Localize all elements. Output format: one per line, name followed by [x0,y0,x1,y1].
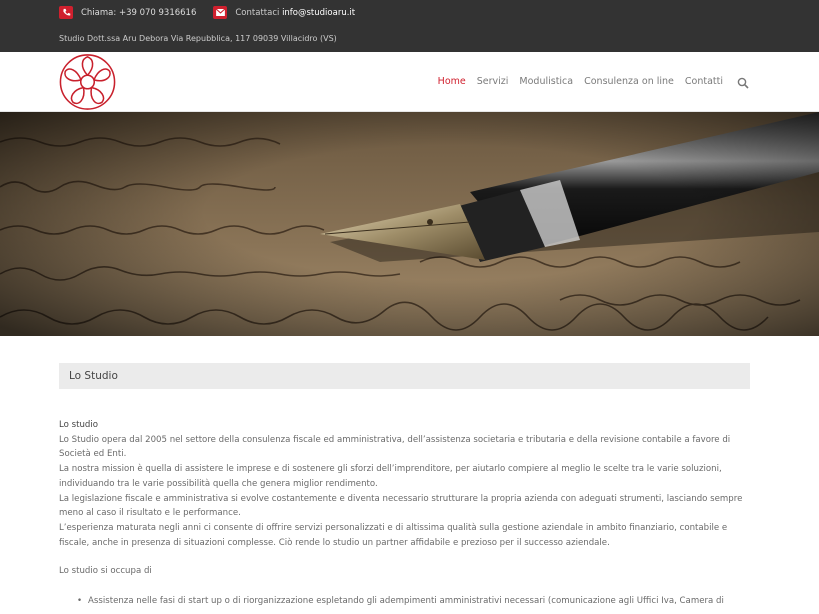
search-icon[interactable] [737,77,749,89]
site-header: Home Servizi Modulistica Consulenza on l… [0,52,819,112]
fountain-pen-illustration [0,112,819,336]
main-content: Lo studio Lo Studio opera dal 2005 nel s… [59,418,749,609]
list-item: Assistenza nelle fasi di start up o di r… [77,594,749,609]
phone-link[interactable]: Chiama: +39 070 9316616 [81,8,196,18]
address-text: Studio Dott.ssa Aru Debora Via Repubblic… [59,34,337,43]
nav-item-servizi[interactable]: Servizi [477,76,509,87]
hero-image [0,112,819,336]
section-title: Lo Studio [69,370,118,382]
envelope-icon [213,6,228,19]
paragraph-1: Lo Studio opera dal 2005 nel settore del… [59,434,731,460]
phone-icon [59,6,73,19]
logo[interactable] [58,53,117,111]
section-header: Lo Studio [59,363,750,389]
paragraph-2: La nostra mission è quella di assistere … [59,464,722,489]
main-nav: Home Servizi Modulistica Consulenza on l… [427,76,723,87]
top-bar: Chiama: +39 070 9316616 Contattaci info@… [0,0,819,52]
paragraph-3: La legislazione fiscale e amministrativa… [59,493,743,519]
email-link[interactable]: info@studioaru.it [282,8,355,18]
nav-item-consulenza[interactable]: Consulenza on line [584,76,674,87]
email-contact: Contattaci info@studioaru.it [235,8,355,18]
paragraph-4: L’esperienza maturata negli anni ci cons… [59,522,728,548]
nav-item-contatti[interactable]: Contatti [685,76,723,87]
services-intro: Lo studio si occupa di [59,566,152,577]
contact-row: Chiama: +39 070 9316616 Contattaci info@… [59,5,355,20]
services-list: Assistenza nelle fasi di start up o di r… [77,594,749,609]
nav-item-modulistica[interactable]: Modulistica [519,76,573,87]
nav-item-home[interactable]: Home [438,76,466,87]
content-subtitle: Lo studio [59,420,99,430]
email-prefix: Contattaci [235,7,280,18]
